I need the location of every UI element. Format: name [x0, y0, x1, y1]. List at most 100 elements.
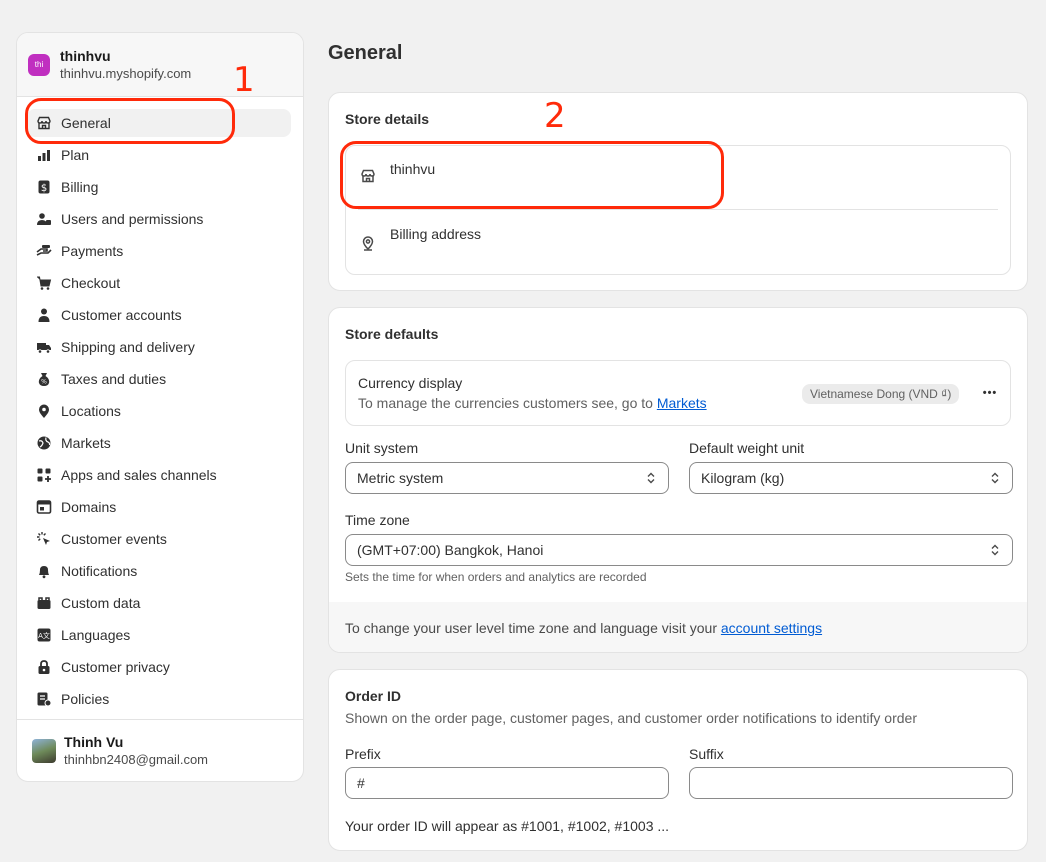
sidebar-item-customer-accounts[interactable]: Customer accounts: [27, 301, 291, 329]
store-switcher[interactable]: thi thinhvu thinhvu.myshopify.com: [17, 33, 303, 97]
location-pin-icon: [35, 402, 53, 420]
sidebar-item-custom-data[interactable]: Custom data: [27, 589, 291, 617]
sidebar-item-taxes-and-duties[interactable]: % Taxes and duties: [27, 365, 291, 393]
account-settings-link[interactable]: account settings: [721, 620, 822, 636]
weight-unit-select[interactable]: Kilogram (kg): [689, 462, 1013, 494]
currency-display-box: Currency display To manage the currencie…: [345, 360, 1011, 426]
users-icon: [35, 210, 53, 228]
sidebar-item-label: Checkout: [61, 275, 121, 291]
sidebar-item-label: Custom data: [61, 595, 141, 611]
store-details-title: Store details: [345, 111, 430, 127]
user-name: Thinh Vu: [64, 733, 124, 750]
language-icon: A文: [35, 626, 53, 644]
unit-system-value: Metric system: [357, 470, 444, 486]
sidebar-item-payments[interactable]: Payments: [27, 237, 291, 265]
currency-display-label: Currency display: [358, 375, 463, 391]
sidebar-item-label: Taxes and duties: [61, 371, 167, 387]
timezone-label: Time zone: [345, 512, 410, 528]
prefix-label: Prefix: [345, 746, 381, 762]
user-account[interactable]: Thinh Vu thinhbn2408@gmail.com: [17, 719, 303, 781]
sidebar-item-label: Customer events: [61, 531, 167, 547]
sidebar-item-customer-privacy[interactable]: Customer privacy: [27, 653, 291, 681]
sidebar-item-label: Apps and sales channels: [61, 467, 217, 483]
billing-address-label: Billing address: [390, 226, 482, 242]
svg-text:A文: A文: [38, 631, 50, 640]
timezone-help: Sets the time for when orders and analyt…: [345, 570, 647, 584]
order-id-preview: Your order ID will appear as #1001, #100…: [345, 818, 670, 834]
database-icon: [35, 594, 53, 612]
tax-bag-icon: %: [35, 370, 53, 388]
sidebar-item-checkout[interactable]: Checkout: [27, 269, 291, 297]
sidebar-item-label: Customer accounts: [61, 307, 182, 323]
sidebar-item-label: Policies: [61, 691, 110, 707]
settings-sidebar: thi thinhvu thinhvu.myshopify.com Genera…: [16, 32, 304, 782]
truck-icon: [35, 338, 53, 356]
unit-system-select[interactable]: Metric system: [345, 462, 669, 494]
domains-icon: [35, 498, 53, 516]
sidebar-item-notifications[interactable]: Notifications: [27, 557, 291, 585]
suffix-label: Suffix: [689, 746, 724, 762]
sidebar-item-label: Shipping and delivery: [61, 339, 195, 355]
sidebar-item-billing[interactable]: $ Billing: [27, 173, 291, 201]
sidebar-item-locations[interactable]: Locations: [27, 397, 291, 425]
order-id-subtitle: Shown on the order page, customer pages,…: [345, 710, 917, 726]
apps-grid-icon: [35, 466, 53, 484]
policies-icon: [35, 690, 53, 708]
prefix-input[interactable]: #: [345, 767, 669, 799]
suffix-input[interactable]: [689, 767, 1013, 799]
chevron-updown-icon: [991, 472, 999, 484]
payments-hand-icon: [35, 242, 53, 260]
sidebar-item-label: Billing: [61, 179, 99, 195]
sidebar-item-label: Languages: [61, 627, 131, 643]
plan-chart-icon: [35, 146, 53, 164]
sidebar-item-label: Markets: [61, 435, 111, 451]
timezone-select[interactable]: (GMT+07:00) Bangkok, Hanoi: [345, 534, 1013, 566]
sidebar-item-label: Payments: [61, 243, 124, 259]
sidebar-item-label: Notifications: [61, 563, 138, 579]
cursor-click-icon: [35, 530, 53, 548]
currency-help-text: To manage the currencies customers see, …: [358, 395, 657, 411]
cart-icon: [35, 274, 53, 292]
sidebar-item-label: Customer privacy: [61, 659, 170, 675]
more-actions-button[interactable]: •••: [976, 381, 1004, 405]
billing-address-row[interactable]: Billing address: [346, 211, 1010, 275]
sidebar-item-shipping-and-delivery[interactable]: Shipping and delivery: [27, 333, 291, 361]
timezone-value: (GMT+07:00) Bangkok, Hanoi: [357, 542, 544, 558]
sidebar-item-label: Domains: [61, 499, 117, 515]
currency-help: To manage the currencies customers see, …: [358, 395, 707, 411]
svg-text:$: $: [41, 183, 47, 194]
bell-icon: [35, 562, 53, 580]
sidebar-item-apps-and-sales-channels[interactable]: Apps and sales channels: [27, 461, 291, 489]
page-title: General: [328, 42, 403, 64]
weight-unit-value: Kilogram (kg): [701, 470, 785, 486]
chevron-updown-icon: [991, 544, 999, 556]
sidebar-item-markets[interactable]: Markets: [27, 429, 291, 457]
chevron-updown-icon: [647, 472, 655, 484]
user-email: thinhbn2408@gmail.com: [64, 751, 209, 767]
sidebar-item-label: Locations: [61, 403, 121, 419]
store-url: thinhvu.myshopify.com: [60, 65, 192, 81]
order-id-title: Order ID: [345, 688, 402, 704]
account-settings-text: To change your user level time zone and …: [345, 620, 721, 636]
svg-text:%: %: [41, 379, 47, 386]
sidebar-item-label: Users and permissions: [61, 211, 204, 227]
sidebar-item-users-and-permissions[interactable]: Users and permissions: [27, 205, 291, 233]
annotation-number-1: 1: [233, 60, 255, 100]
billing-dollar-icon: $: [35, 178, 53, 196]
currency-badge: Vietnamese Dong (VND ₫): [802, 384, 960, 404]
annotation-circle-general: [25, 98, 235, 144]
store-defaults-card: Store defaults Currency display To manag…: [328, 307, 1028, 653]
sidebar-item-label: Plan: [61, 147, 90, 163]
sidebar-item-languages[interactable]: A文 Languages: [27, 621, 291, 649]
sidebar-item-plan[interactable]: Plan: [27, 141, 291, 169]
sidebar-item-customer-events[interactable]: Customer events: [27, 525, 291, 553]
sidebar-item-domains[interactable]: Domains: [27, 493, 291, 521]
sidebar-item-policies[interactable]: Policies: [27, 685, 291, 713]
globe-icon: [35, 434, 53, 452]
store-name: thinhvu: [60, 47, 111, 64]
account-settings-note: To change your user level time zone and …: [345, 620, 822, 636]
unit-system-label: Unit system: [345, 440, 419, 456]
weight-unit-label: Default weight unit: [689, 440, 805, 456]
store-defaults-footer: To change your user level time zone and …: [329, 602, 1027, 652]
markets-link[interactable]: Markets: [657, 395, 707, 411]
